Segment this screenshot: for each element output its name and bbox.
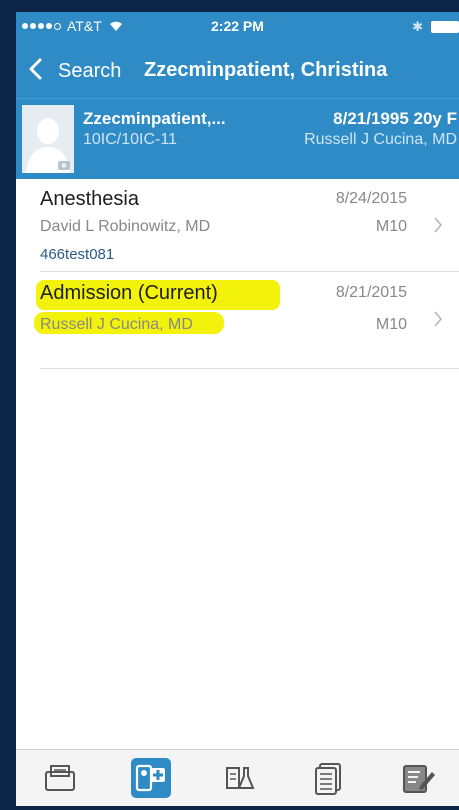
encounter-date: 8/24/2015	[335, 190, 407, 207]
encounter-department: M10	[375, 316, 407, 333]
patient-location: 10IC/10IC-11	[83, 131, 177, 148]
encounter-account: 466test081	[40, 246, 115, 263]
back-chevron-icon[interactable]	[28, 58, 42, 80]
encounter-row-admission[interactable]: Admission (Current) 8/21/2015 Russell J …	[34, 272, 459, 369]
encounter-row-anesthesia[interactable]: Anesthesia 8/24/2015 David L Robinowitz,…	[40, 178, 459, 272]
wifi-icon	[109, 21, 122, 31]
patient-name: Zzecminpatient,...	[83, 109, 226, 128]
carrier-label: AT&T	[67, 18, 102, 34]
folder-icon[interactable]	[42, 760, 78, 796]
encounter-list: Anesthesia 8/24/2015 David L Robinowitz,…	[16, 178, 459, 369]
tab-bar	[16, 749, 459, 806]
encounter-date: 8/21/2015	[335, 284, 407, 301]
status-left: AT&T	[22, 18, 123, 34]
page-title: Zzecminpatient, Christina	[144, 59, 388, 81]
chevron-right-icon	[434, 311, 443, 327]
signal-icon	[22, 22, 61, 30]
documents-icon[interactable]	[312, 760, 348, 796]
battery-icon	[431, 21, 459, 33]
encounter-department: M10	[375, 218, 407, 235]
patient-dob-age-sex: 8/21/1995 20y F	[333, 109, 457, 128]
navigation-bar: Search Zzecminpatient, Christina	[16, 42, 459, 98]
chevron-right-icon	[434, 217, 443, 233]
status-time: 2:22 PM	[211, 18, 264, 34]
patient-banner[interactable]: Zzecminpatient,... 10IC/10IC-11 8/21/199…	[16, 98, 459, 179]
lab-flask-icon[interactable]	[222, 760, 258, 796]
bluetooth-icon: ✱	[412, 19, 423, 34]
encounter-provider: David L Robinowitz, MD	[40, 218, 211, 235]
notes-edit-icon[interactable]	[400, 760, 436, 796]
encounter-type: Admission (Current)	[40, 282, 218, 304]
encounter-type: Anesthesia	[40, 188, 139, 210]
encounter-provider: Russell J Cucina, MD	[40, 316, 193, 333]
person-silhouette-icon	[22, 105, 74, 173]
back-button[interactable]: Search	[58, 60, 121, 83]
status-right: ✱	[412, 19, 459, 35]
status-bar: AT&T 2:22 PM ✱	[16, 12, 459, 42]
patient-chart-icon[interactable]	[131, 758, 171, 798]
patient-photo-placeholder[interactable]	[22, 105, 74, 173]
patient-attending-provider: Russell J Cucina, MD	[304, 131, 457, 148]
app-screen: AT&T 2:22 PM ✱ Search Zzecminpatient, Ch…	[16, 12, 459, 806]
